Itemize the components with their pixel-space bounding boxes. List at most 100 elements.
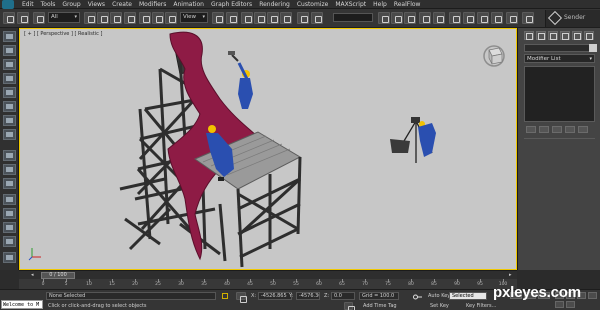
select-manipulate-icon[interactable] bbox=[226, 12, 238, 24]
rectangular-selection-icon[interactable] bbox=[110, 12, 122, 24]
modify-tab-icon[interactable] bbox=[536, 31, 546, 40]
select-and-move-icon[interactable] bbox=[139, 12, 151, 24]
tool-button-14[interactable] bbox=[3, 222, 16, 233]
selection-lock-icon[interactable] bbox=[222, 293, 228, 299]
orbit-icon[interactable] bbox=[555, 301, 564, 308]
snaps-toggle-icon[interactable] bbox=[241, 12, 253, 24]
menu-maxscript[interactable]: MAXScript bbox=[335, 1, 366, 8]
align-icon[interactable] bbox=[378, 12, 390, 24]
menu-edit[interactable]: Edit bbox=[22, 1, 34, 8]
tool-button-9[interactable] bbox=[3, 150, 16, 161]
make-unique-icon[interactable] bbox=[552, 126, 562, 133]
viewcube-icon[interactable] bbox=[482, 43, 506, 67]
select-and-rotate-icon[interactable] bbox=[152, 12, 164, 24]
window-crossing-icon[interactable] bbox=[124, 12, 136, 24]
utilities-tab-icon[interactable] bbox=[584, 31, 594, 40]
realflow-icon[interactable] bbox=[522, 12, 534, 24]
time-slider-handle[interactable]: 0 / 100 bbox=[41, 272, 75, 279]
show-end-result-icon[interactable] bbox=[539, 126, 549, 133]
schematic-view-icon[interactable] bbox=[433, 12, 445, 24]
menu-group[interactable]: Group bbox=[62, 1, 80, 8]
time-next-arrow-icon[interactable]: ▸ bbox=[509, 272, 512, 278]
tool-button-11[interactable] bbox=[3, 178, 16, 189]
named-selection-sets-field[interactable] bbox=[333, 13, 373, 22]
auto-key-button[interactable]: Auto Key bbox=[428, 293, 450, 299]
remove-modifier-icon[interactable] bbox=[565, 126, 575, 133]
reference-coordinate-dropdown[interactable]: View ▾ bbox=[180, 12, 208, 23]
menu-help[interactable]: Help bbox=[373, 1, 387, 8]
select-and-scale-icon[interactable] bbox=[165, 12, 177, 24]
tool-button-10[interactable] bbox=[3, 164, 16, 175]
edit-named-selection-icon[interactable] bbox=[297, 12, 309, 24]
select-object-icon[interactable] bbox=[84, 12, 96, 24]
tool-button-4[interactable] bbox=[3, 73, 16, 84]
tool-button-1[interactable] bbox=[3, 31, 16, 42]
rendered-frame-window-icon[interactable] bbox=[477, 12, 489, 24]
percent-snap-icon[interactable] bbox=[267, 12, 279, 24]
tool-button-2[interactable] bbox=[3, 45, 16, 56]
angle-snap-icon[interactable] bbox=[254, 12, 266, 24]
configure-sets-icon[interactable] bbox=[578, 126, 588, 133]
render-iterative-icon[interactable] bbox=[506, 12, 518, 24]
absolute-mode-icon[interactable] bbox=[236, 292, 247, 303]
menu-rendering[interactable]: Rendering bbox=[259, 1, 290, 8]
pin-stack-icon[interactable] bbox=[526, 126, 536, 133]
tool-button-6[interactable] bbox=[3, 101, 16, 112]
set-key-button[interactable]: Set Key bbox=[430, 303, 449, 309]
time-slider[interactable]: ◂ 0 / 100 ▸ bbox=[19, 270, 517, 279]
undo-icon[interactable] bbox=[3, 12, 15, 24]
select-link-icon[interactable] bbox=[33, 12, 45, 24]
tool-button-15[interactable] bbox=[3, 236, 16, 247]
pivot-center-icon[interactable] bbox=[212, 12, 224, 24]
modifier-stack[interactable] bbox=[524, 66, 595, 122]
select-by-name-icon[interactable] bbox=[97, 12, 109, 24]
curve-editor-icon[interactable] bbox=[419, 12, 431, 24]
menu-realflow[interactable]: RealFlow bbox=[394, 1, 421, 8]
time-prev-arrow-icon[interactable]: ◂ bbox=[31, 272, 34, 278]
tool-button-5[interactable] bbox=[3, 87, 16, 98]
key-filters-button[interactable]: Key Filters... bbox=[466, 303, 496, 309]
y-coordinate-field[interactable]: -4576.365 bbox=[296, 292, 320, 300]
tool-button-13[interactable] bbox=[3, 208, 16, 219]
tool-button-3[interactable] bbox=[3, 59, 16, 70]
selection-filter-dropdown[interactable]: All ▾ bbox=[48, 12, 80, 23]
motion-tab-icon[interactable] bbox=[560, 31, 570, 40]
menu-modifiers[interactable]: Modifiers bbox=[139, 1, 166, 8]
pan-icon[interactable] bbox=[588, 292, 597, 299]
spinner-snap-icon[interactable] bbox=[280, 12, 292, 24]
render-setup-icon[interactable] bbox=[463, 12, 475, 24]
app-logo-icon[interactable] bbox=[2, 0, 14, 9]
graphite-ribbon-icon[interactable] bbox=[404, 12, 416, 24]
maxscript-listener[interactable]: Welcome to M bbox=[1, 300, 43, 309]
perspective-viewport[interactable]: [ + ] [ Perspective ] [ Realistic ] bbox=[19, 28, 517, 270]
key-icon[interactable] bbox=[413, 294, 422, 300]
object-name-field[interactable] bbox=[524, 44, 595, 52]
auto-key-selection-dropdown[interactable]: Selected bbox=[449, 292, 487, 300]
menu-views[interactable]: Views bbox=[88, 1, 105, 8]
tool-button-12[interactable] bbox=[3, 194, 16, 205]
redo-icon[interactable] bbox=[17, 12, 29, 24]
menu-tools[interactable]: Tools bbox=[41, 1, 56, 8]
time-tag-icon[interactable] bbox=[344, 302, 355, 310]
menu-graph-editors[interactable]: Graph Editors bbox=[211, 1, 252, 8]
display-tab-icon[interactable] bbox=[572, 31, 582, 40]
x-coordinate-field[interactable]: -4526.865 bbox=[258, 292, 292, 300]
z-coordinate-field[interactable]: 0.0 bbox=[331, 292, 355, 300]
tool-button-8[interactable] bbox=[3, 129, 16, 140]
menu-customize[interactable]: Customize bbox=[297, 1, 329, 8]
tool-button-16[interactable] bbox=[3, 252, 16, 263]
menu-create[interactable]: Create bbox=[112, 1, 132, 8]
modifier-list-dropdown[interactable]: Modifier List ▾ bbox=[524, 54, 595, 63]
menu-animation[interactable]: Animation bbox=[173, 1, 204, 8]
mirror-icon[interactable] bbox=[311, 12, 323, 24]
render-production-icon[interactable] bbox=[491, 12, 503, 24]
create-tab-icon[interactable] bbox=[524, 31, 534, 40]
layer-manager-icon[interactable] bbox=[391, 12, 403, 24]
tool-button-7[interactable] bbox=[3, 115, 16, 126]
hierarchy-tab-icon[interactable] bbox=[548, 31, 558, 40]
sender-panel[interactable]: Sender bbox=[545, 10, 600, 27]
material-editor-icon[interactable] bbox=[449, 12, 461, 24]
add-time-tag[interactable]: Add Time Tag bbox=[363, 303, 397, 309]
track-bar[interactable]: 0 5 10 15 20 25 30 35 40 45 50 55 60 65 … bbox=[19, 279, 517, 289]
maximize-viewport-icon[interactable] bbox=[566, 301, 575, 308]
